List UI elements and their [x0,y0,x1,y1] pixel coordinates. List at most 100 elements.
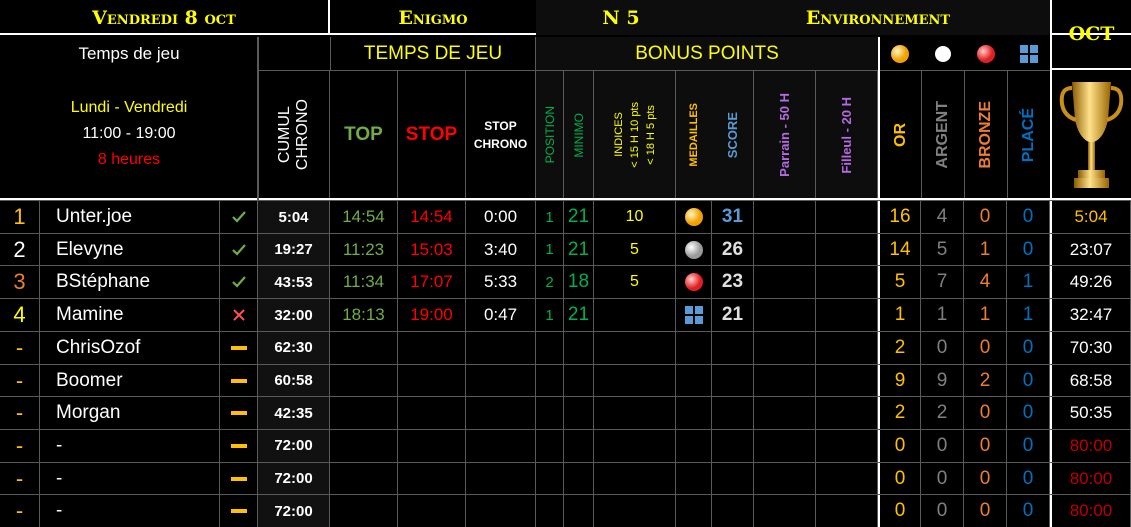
cell-chrono: 3:40 [466,233,536,266]
cell-place: 1 [1007,299,1050,332]
cell-indices [594,429,676,462]
col-minimo-label: MINIMO [571,112,586,158]
cell-name: Unter.joe [40,201,220,233]
group-bonus-label: BONUS POINTS [536,37,878,70]
cell-argent: 0 [921,331,964,364]
cell-parrain [754,299,816,332]
cell-bronze: 1 [964,233,1007,266]
header-bronze-medal-icon [964,37,1007,70]
cell-bronze: 0 [964,462,1007,495]
cell-cumul: 72:00 [258,495,330,527]
cell-name: - [40,462,220,495]
banner-number: N 5 [602,6,640,29]
month-label: OCT [1052,0,1131,70]
col-score-label: SCORE [725,111,740,159]
cell-place: 0 [1007,429,1050,462]
cell-stop [398,331,466,364]
cell-stop [398,462,466,495]
cell-minimo [564,429,594,462]
cell-argent: 5 [921,233,964,266]
dash-icon [220,429,258,462]
cell-parrain [754,462,816,495]
cell-cumul: 60:58 [258,364,330,397]
cell-filleul [816,397,878,430]
cell-or: 9 [880,364,921,397]
medal-cell [676,429,712,462]
cell-rank: 1 [0,201,40,233]
month-column: OCT [1050,0,1131,198]
check-icon [220,233,258,266]
cell-total: 49:26 [1052,266,1131,299]
dash-icon [220,364,258,397]
cell-cumul: 43:53 [258,266,330,299]
cell-score [712,462,754,495]
bronze-medal-icon [676,266,712,299]
cell-top [330,397,398,430]
cell-argent: 0 [921,429,964,462]
table-row: 2 Elevyne 19:27 11:23 15:03 3:40 1 21 5 26 14 5 1 0 23… [0,232,1131,266]
cell-filleul [816,331,878,364]
check-icon [220,201,258,233]
cell-bronze: 1 [964,299,1007,332]
cell-indices [594,364,676,397]
cell-rank: 4 [0,299,40,332]
cell-filleul [816,266,878,299]
cell-filleul [816,429,878,462]
cell-or: 14 [880,233,921,266]
cell-minimo [564,397,594,430]
table-row: 4 Mamine 32:00 18:13 19:00 0:47 1 21 21 1 1 1 1 32:47 [0,298,1131,332]
cell-minimo: 18 [564,266,594,299]
cell-total: 68:58 [1052,364,1131,397]
cell-cumul: 19:27 [258,233,330,266]
col-or-label: OR [891,123,909,147]
cell-total: 5:04 [1052,201,1131,233]
cell-indices [594,495,676,527]
table-row: - ChrisOzof 62:30 2 0 0 0 70:30 [0,330,1131,364]
cell-name: - [40,495,220,527]
cell-position [536,364,564,397]
cell-bronze: 2 [964,364,1007,397]
cell-total: 23:07 [1052,233,1131,266]
cell-indices [594,397,676,430]
cell-bronze: 0 [964,331,1007,364]
cell-score: 31 [712,201,754,233]
cell-argent: 1 [921,299,964,332]
cell-filleul [816,201,878,233]
cell-stop [398,397,466,430]
dash-icon [220,397,258,430]
cell-rank: - [0,495,40,527]
table-row: - Boomer 60:58 9 9 2 0 68:58 [0,363,1131,397]
col-parrain-label: Parrain - 50 H [777,93,792,177]
dash-icon [220,462,258,495]
info-duration: 8 heures [97,151,161,168]
medal-cell [676,462,712,495]
col-stop-label: STOP [398,71,466,199]
trophy-icon [1052,70,1131,198]
col-bronze-label: BRONZE [977,101,994,169]
table-row: 3 BStéphane 43:53 11:34 17:07 5:33 2 18 5 23 5 7 4 1 4… [0,265,1131,299]
cell-score [712,397,754,430]
cell-bronze: 0 [964,201,1007,233]
cell-rank: 2 [0,233,40,266]
cell-indices: 5 [594,233,676,266]
cell-stop: 19:00 [398,299,466,332]
col-parrain: Parrain - 50 H [754,71,816,199]
cell-argent: 2 [921,397,964,430]
cell-indices [594,299,676,332]
banner-theme: Environnement [805,6,951,29]
cell-rank: - [0,429,40,462]
banner-game: Enigmo [398,6,468,29]
cell-bronze: 0 [964,429,1007,462]
cell-place: 0 [1007,331,1050,364]
cell-chrono [466,462,536,495]
cell-top [330,364,398,397]
cell-cumul: 42:35 [258,397,330,430]
cell-filleul [816,299,878,332]
cell-cumul: 32:00 [258,299,330,332]
cell-rank: 3 [0,266,40,299]
banner-date: Vendredi 8 oct [0,0,330,35]
top-banner: Vendredi 8 oct Enigmo N 5 Environnement [0,0,1131,35]
cell-parrain [754,397,816,430]
cell-position: 1 [536,299,564,332]
col-stop-chrono: STOP CHRONO [466,71,536,199]
